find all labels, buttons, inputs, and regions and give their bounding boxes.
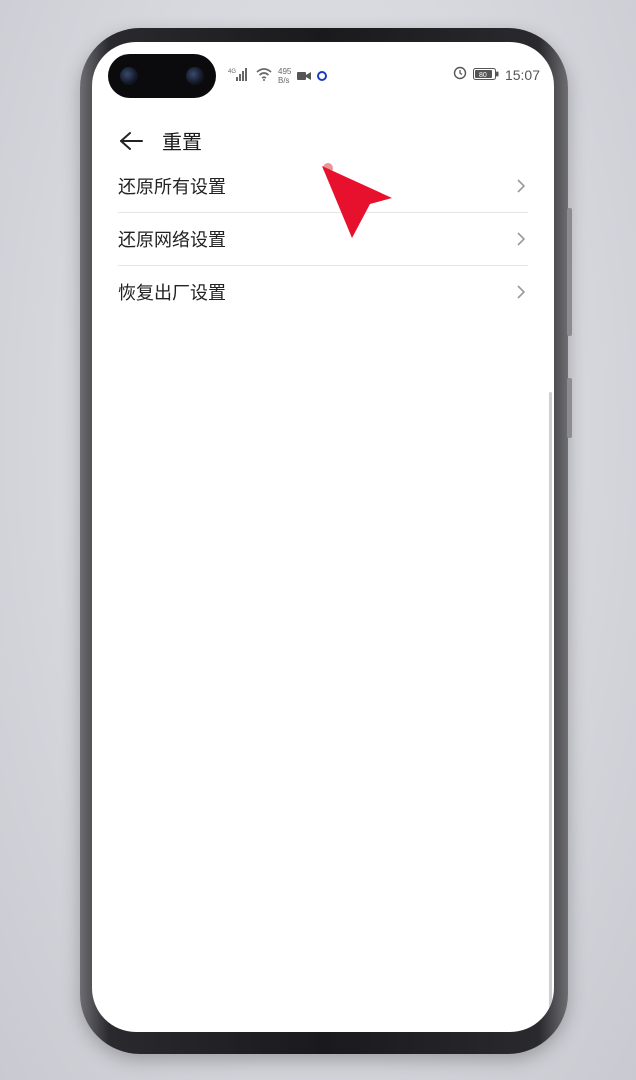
signal-type: 4G [228, 69, 236, 75]
scroll-indicator [549, 392, 552, 1012]
camera-cutout [108, 54, 216, 98]
power-button [567, 378, 572, 438]
factory-reset-item[interactable]: 恢复出厂设置 [118, 266, 528, 318]
page-header: 重置 [118, 126, 202, 155]
network-speed-value: 495 [278, 66, 292, 76]
chevron-right-icon [514, 178, 528, 194]
list-item-label: 恢复出厂设置 [118, 283, 226, 304]
chevron-right-icon [514, 284, 528, 300]
volume-button [567, 208, 572, 336]
reset-network-settings-item[interactable]: 还原网络设置 [118, 213, 528, 266]
clock-time: 15:07 [504, 66, 540, 83]
network-speed: 495 B/s [278, 67, 291, 85]
phone-screen: 4G 495 B/s 80 15:07 重置 还原所有设置 还原网络设置 恢复出… [92, 42, 554, 1032]
chevron-right-icon [514, 231, 528, 247]
phone-frame: 4G 495 B/s 80 15:07 重置 还原所有设置 还原网络设置 恢复出… [80, 28, 572, 1054]
status-bar-left: 4G 495 B/s [228, 66, 328, 85]
battery-level: 80 [479, 72, 487, 79]
reset-all-settings-item[interactable]: 还原所有设置 [118, 160, 528, 213]
battery-icon: 80 [472, 67, 499, 83]
wifi-icon [256, 66, 272, 85]
front-camera-lens [120, 67, 138, 85]
page-title: 重置 [162, 130, 202, 154]
notification-dot-icon [317, 66, 328, 85]
status-bar-right: 80 15:07 [453, 66, 540, 83]
list-item-label: 还原网络设置 [118, 230, 226, 251]
video-record-icon [297, 66, 312, 85]
list-item-label: 还原所有设置 [118, 177, 226, 198]
signal-icon: 4G [228, 66, 250, 85]
back-arrow-icon [120, 131, 143, 150]
reset-options-list: 还原所有设置 还原网络设置 恢复出厂设置 [118, 160, 528, 318]
network-speed-unit: B/s [278, 75, 290, 85]
front-camera-lens [186, 67, 204, 85]
back-button[interactable] [118, 128, 144, 154]
alarm-icon [453, 66, 467, 83]
